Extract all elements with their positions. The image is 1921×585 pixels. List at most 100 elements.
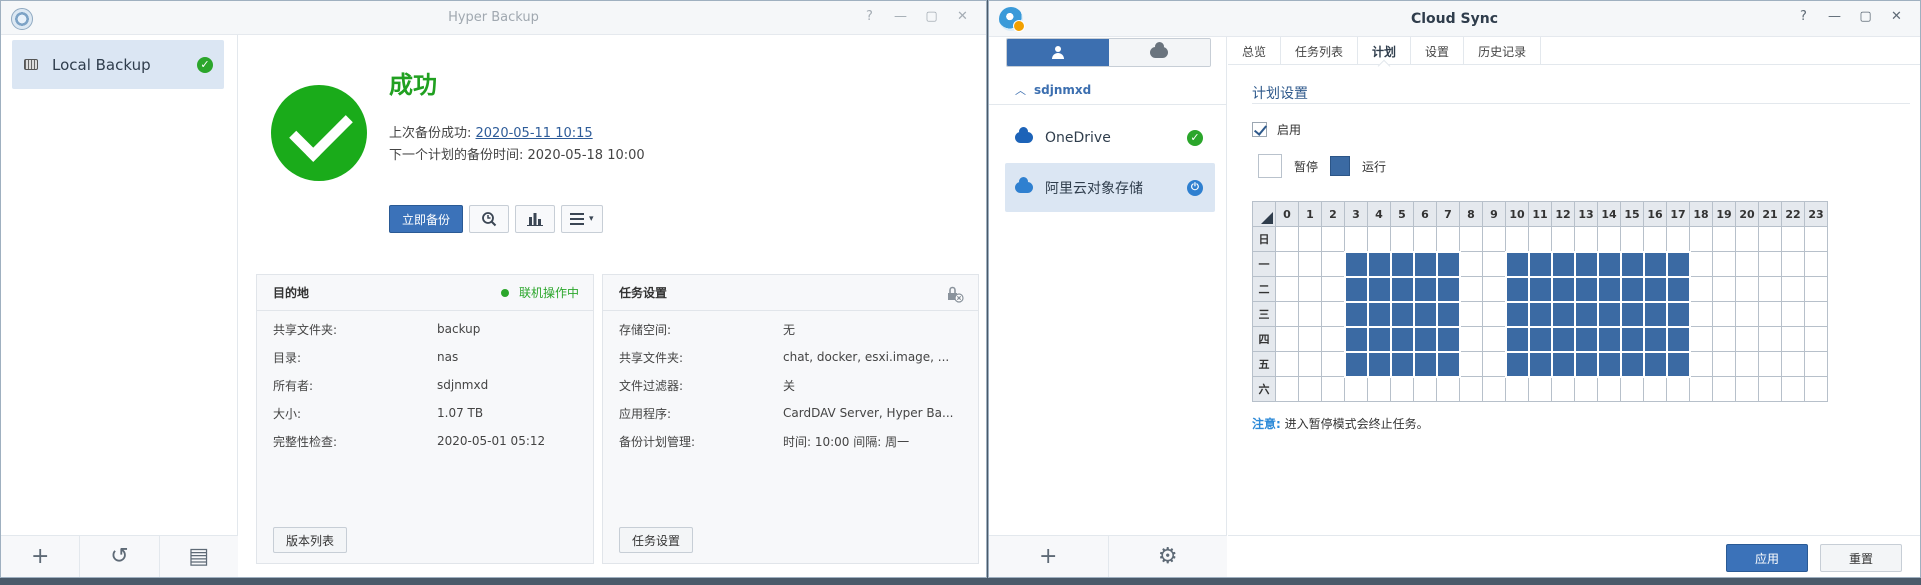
schedule-cell[interactable] — [1298, 226, 1322, 252]
schedule-cell[interactable] — [1712, 276, 1736, 302]
schedule-cell[interactable] — [1689, 251, 1713, 277]
schedule-cell[interactable] — [1527, 275, 1553, 303]
close-icon[interactable]: ✕ — [1881, 9, 1912, 24]
hour-header[interactable]: 4 — [1367, 201, 1391, 227]
schedule-cell[interactable] — [1573, 250, 1599, 278]
schedule-cell[interactable] — [1597, 376, 1621, 402]
day-header[interactable]: 五 — [1252, 351, 1276, 377]
schedule-cell[interactable] — [1321, 301, 1345, 327]
tab-4[interactable]: 历史记录 — [1464, 37, 1542, 65]
schedule-cell[interactable] — [1413, 226, 1437, 252]
schedule-cell[interactable] — [1413, 376, 1437, 402]
schedule-cell[interactable] — [1619, 300, 1645, 328]
schedule-cell[interactable] — [1643, 376, 1667, 402]
schedule-cell[interactable] — [1504, 300, 1530, 328]
schedule-cell[interactable] — [1366, 350, 1392, 378]
schedule-cell[interactable] — [1321, 276, 1345, 302]
log-icon[interactable]: ▤ — [160, 536, 238, 577]
schedule-cell[interactable] — [1482, 326, 1506, 352]
schedule-cell[interactable] — [1482, 276, 1506, 302]
hyper-backup-titlebar[interactable]: Hyper Backup ? — ▢ ✕ — [1, 1, 986, 35]
schedule-cell[interactable] — [1781, 301, 1805, 327]
schedule-cell[interactable] — [1550, 275, 1576, 303]
schedule-cell[interactable] — [1298, 251, 1322, 277]
schedule-cell[interactable] — [1573, 275, 1599, 303]
schedule-cell[interactable] — [1412, 300, 1438, 328]
version-browser-button[interactable] — [469, 205, 510, 233]
day-header[interactable]: 三 — [1252, 301, 1276, 327]
help-icon[interactable]: ? — [854, 9, 885, 24]
hour-header[interactable]: 0 — [1275, 201, 1299, 227]
schedule-cell[interactable] — [1435, 250, 1461, 278]
schedule-cell[interactable] — [1758, 226, 1782, 252]
schedule-cell[interactable] — [1619, 275, 1645, 303]
hour-header[interactable]: 5 — [1390, 201, 1414, 227]
schedule-cell[interactable] — [1459, 276, 1483, 302]
schedule-cell[interactable] — [1666, 376, 1690, 402]
schedule-cell[interactable] — [1459, 226, 1483, 252]
schedule-cell[interactable] — [1343, 250, 1369, 278]
schedule-cell[interactable] — [1804, 301, 1828, 327]
day-header[interactable]: 二 — [1252, 276, 1276, 302]
schedule-cell[interactable] — [1665, 250, 1691, 278]
minimize-icon[interactable]: — — [1819, 9, 1850, 24]
schedule-cell[interactable] — [1574, 226, 1598, 252]
user-view-button[interactable] — [1007, 39, 1109, 66]
schedule-cell[interactable] — [1367, 376, 1391, 402]
cloud-sync-titlebar[interactable]: Cloud Sync ? — ▢ ✕ — [989, 1, 1920, 37]
schedule-cell[interactable] — [1482, 251, 1506, 277]
schedule-cell[interactable] — [1551, 376, 1575, 402]
schedule-cell[interactable] — [1665, 325, 1691, 353]
schedule-cell[interactable] — [1781, 251, 1805, 277]
schedule-cell[interactable] — [1573, 300, 1599, 328]
schedule-cell[interactable] — [1321, 351, 1345, 377]
schedule-cell[interactable] — [1505, 376, 1529, 402]
statistics-button[interactable] — [515, 205, 556, 233]
schedule-cell[interactable] — [1596, 275, 1622, 303]
schedule-cell[interactable] — [1504, 275, 1530, 303]
hour-header[interactable]: 6 — [1413, 201, 1437, 227]
hour-header[interactable]: 14 — [1597, 201, 1621, 227]
hour-header[interactable]: 22 — [1781, 201, 1805, 227]
apply-button[interactable]: 应用 — [1726, 544, 1808, 572]
schedule-cell[interactable] — [1435, 325, 1461, 353]
schedule-cell[interactable] — [1550, 300, 1576, 328]
schedule-cell[interactable] — [1781, 226, 1805, 252]
hour-header[interactable]: 17 — [1666, 201, 1690, 227]
hour-header[interactable]: 10 — [1505, 201, 1529, 227]
schedule-cell[interactable] — [1482, 376, 1506, 402]
sidebar-item-aliyun-oss[interactable]: 阿里云对象存储 ⏻ — [1005, 163, 1215, 212]
schedule-cell[interactable] — [1758, 276, 1782, 302]
schedule-cell[interactable] — [1366, 325, 1392, 353]
schedule-cell[interactable] — [1643, 226, 1667, 252]
schedule-cell[interactable] — [1597, 226, 1621, 252]
schedule-cell[interactable] — [1343, 275, 1369, 303]
schedule-cell[interactable] — [1482, 301, 1506, 327]
schedule-cell[interactable] — [1275, 301, 1299, 327]
schedule-cell[interactable] — [1389, 350, 1415, 378]
schedule-cell[interactable] — [1596, 325, 1622, 353]
schedule-cell[interactable] — [1482, 351, 1506, 377]
maximize-icon[interactable]: ▢ — [916, 9, 947, 24]
schedule-cell[interactable] — [1344, 226, 1368, 252]
hour-header[interactable]: 3 — [1344, 201, 1368, 227]
schedule-cell[interactable] — [1459, 326, 1483, 352]
schedule-cell[interactable] — [1781, 276, 1805, 302]
hour-header[interactable]: 15 — [1620, 201, 1644, 227]
schedule-cell[interactable] — [1781, 351, 1805, 377]
restore-icon[interactable]: ↺ — [80, 536, 160, 577]
schedule-cell[interactable] — [1712, 226, 1736, 252]
schedule-cell[interactable] — [1298, 351, 1322, 377]
user-group-header[interactable]: ︿ sdjnmxd — [989, 75, 1226, 105]
schedule-cell[interactable] — [1505, 226, 1529, 252]
tab-0[interactable]: 总览 — [1228, 37, 1282, 65]
tab-1[interactable]: 任务列表 — [1281, 37, 1359, 65]
schedule-cell[interactable] — [1804, 326, 1828, 352]
hour-header[interactable]: 13 — [1574, 201, 1598, 227]
hour-header[interactable]: 20 — [1735, 201, 1759, 227]
schedule-cell[interactable] — [1435, 350, 1461, 378]
day-header[interactable]: 日 — [1252, 226, 1276, 252]
schedule-cell[interactable] — [1781, 326, 1805, 352]
schedule-cell[interactable] — [1781, 376, 1805, 402]
schedule-cell[interactable] — [1642, 250, 1668, 278]
